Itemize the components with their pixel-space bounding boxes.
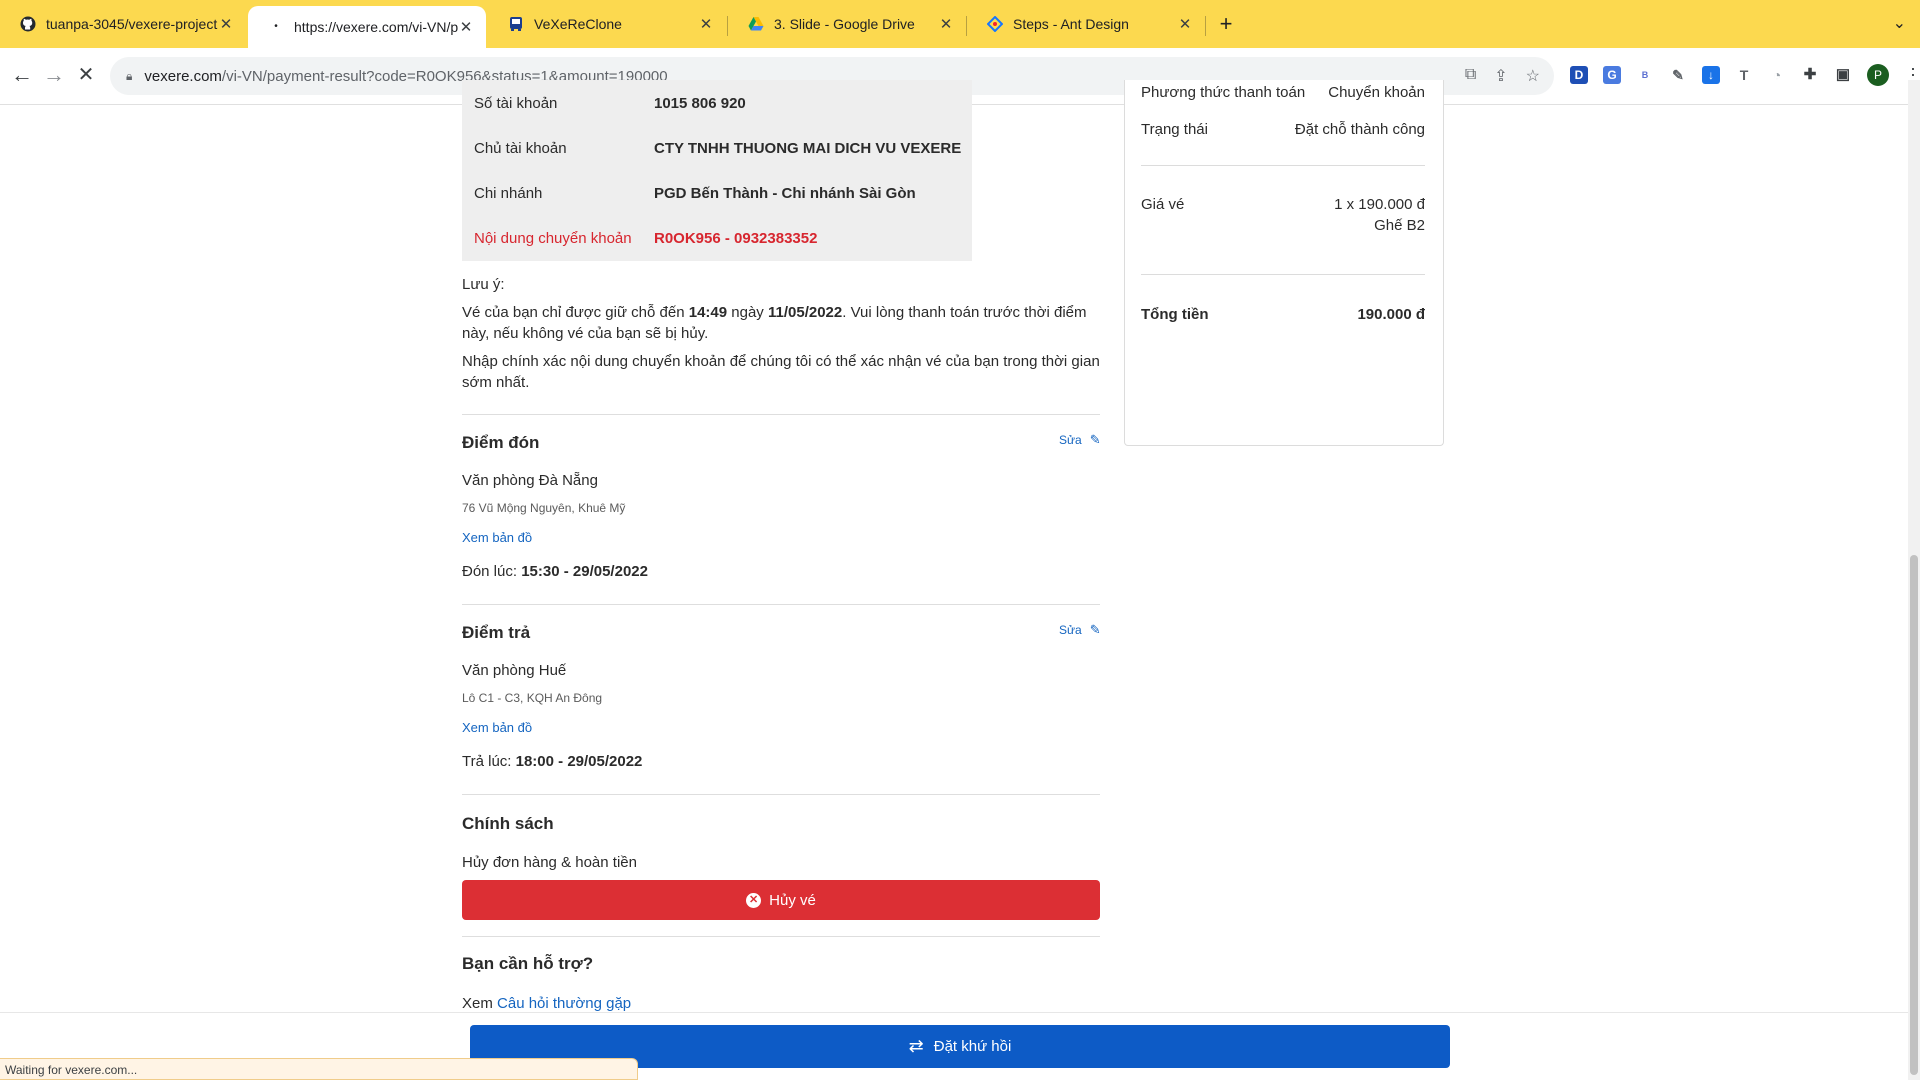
tab-google-drive[interactable]: 3. Slide - Google Drive ✕ [728, 6, 966, 42]
new-tab-button[interactable]: + [1214, 11, 1238, 37]
dropoff-time-value: 18:00 - 29/05/2022 [515, 753, 643, 770]
close-circle-icon: ✕ [746, 892, 762, 908]
branch-label: Chi nhánh [474, 185, 543, 202]
edit-label: Sửa [1059, 623, 1082, 637]
pickup-place-name: Văn phòng Đà Nẵng [462, 472, 598, 489]
tab-search-chevron-icon[interactable]: ⌄ [1893, 13, 1906, 33]
policy-title: Chính sách [462, 814, 554, 833]
pickup-title: Điểm đón [462, 433, 540, 452]
divider [1141, 165, 1425, 166]
divider [462, 604, 1100, 605]
tab-github[interactable]: tuanpa-3045/vexere-project ✕ [0, 6, 246, 42]
dropoff-address: Lô C1 - C3, KQH An Đông [462, 691, 603, 705]
transfer-content-label: Nội dung chuyển khoản [474, 230, 632, 247]
support-line: Xem Câu hỏi thường gặp [462, 993, 1102, 1014]
booking-summary-card: Phương thức thanh toán Chuyển khoản Trạn… [1124, 80, 1444, 446]
tab-vexereclone[interactable]: VeXeReClone ✕ [488, 6, 726, 42]
total-value: 190.000 đ [1357, 306, 1425, 323]
dropoff-title: Điểm trả [462, 623, 531, 642]
dropoff-time: Trả lúc: 18:00 - 29/05/2022 [462, 753, 642, 770]
page-content: Số tài khoản 1015 806 920 Chủ tài khoản … [0, 80, 1908, 1080]
tab-title: VeXeReClone [534, 16, 622, 32]
note-title: Lưu ý: [462, 276, 505, 293]
dropoff-place-name: Văn phòng Huế [462, 662, 567, 679]
pickup-map-link[interactable]: Xem bản đồ [462, 530, 532, 545]
google-drive-icon [748, 17, 764, 31]
tab-separator [1205, 16, 1206, 36]
edit-label: Sửa [1059, 433, 1082, 447]
github-icon [20, 16, 36, 32]
cancel-ticket-label: Hủy vé [769, 891, 816, 909]
bus-icon [510, 17, 522, 31]
swap-arrows-icon: ⇄ [908, 1036, 924, 1056]
policy-subtitle: Hủy đơn hàng & hoàn tiền [462, 854, 637, 871]
divider [462, 414, 1100, 415]
branch-value: PGD Bến Thành - Chi nhánh Sài Gòn [654, 185, 916, 202]
bank-transfer-table: Số tài khoản 1015 806 920 Chủ tài khoản … [462, 80, 972, 261]
ticket-price-value: 1 x 190.000 đ [1334, 196, 1425, 213]
dropoff-edit-link[interactable]: Sửa ✎ [1059, 622, 1101, 638]
support-prefix: Xem [462, 995, 498, 1012]
note-text: Vé của bạn chỉ được giữ chỗ đến [462, 304, 689, 321]
tab-ant-design[interactable]: Steps - Ant Design ✕ [967, 6, 1205, 42]
pickup-time: Đón lúc: 15:30 - 29/05/2022 [462, 563, 648, 580]
pickup-time-label: Đón lúc: [462, 563, 522, 580]
note-transfer-instruction: Nhập chính xác nội dung chuyển khoản để … [462, 353, 1100, 391]
close-icon[interactable]: ✕ [458, 18, 474, 36]
payment-method-value: Chuyển khoản [1328, 84, 1425, 101]
pencil-icon: ✎ [1089, 622, 1101, 637]
tab-title: Steps - Ant Design [1013, 16, 1129, 32]
cancel-ticket-button[interactable]: ✕ Hủy vé [462, 880, 1100, 920]
ant-design-icon [987, 16, 1003, 32]
close-icon[interactable]: ✕ [698, 15, 714, 33]
faq-link[interactable]: Câu hỏi thường gặp [497, 995, 631, 1012]
transfer-content-value: R0OK956 - 0932383352 [654, 230, 818, 247]
pickup-edit-link[interactable]: Sửa ✎ [1059, 432, 1101, 448]
account-holder-value: CTY TNHH THUONG MAI DICH VU VEXERE [654, 140, 962, 157]
divider [462, 794, 1100, 795]
divider [462, 936, 1100, 937]
dropoff-map-link[interactable]: Xem bản đồ [462, 720, 532, 735]
payment-method-label: Phương thức thanh toán [1141, 84, 1306, 101]
tab-title: tuanpa-3045/vexere-project [46, 16, 218, 32]
tab-vexere-payment[interactable]: • https://vexere.com/vi-VN/paym ✕ [248, 6, 486, 48]
bank-account-number-label: Số tài khoản [474, 95, 558, 112]
close-icon[interactable]: ✕ [218, 15, 234, 33]
total-label: Tổng tiền [1141, 306, 1209, 323]
note-text: ngày [727, 304, 768, 321]
support-title: Bạn cần hỗ trợ? [462, 954, 594, 973]
tab-strip: tuanpa-3045/vexere-project ✕ • https://v… [0, 0, 1920, 48]
note-deadline-date: 11/05/2022 [767, 304, 843, 321]
loading-dot-icon: • [274, 21, 278, 32]
bank-account-number-value: 1015 806 920 [654, 95, 746, 112]
note-deadline-time: 14:49 [688, 304, 728, 321]
account-holder-label: Chủ tài khoản [474, 140, 567, 157]
dropoff-time-label: Trả lúc: [462, 753, 516, 770]
ticket-price-label: Giá vé [1141, 196, 1185, 213]
pickup-time-value: 15:30 - 29/05/2022 [521, 563, 648, 580]
seat-value: Ghế B2 [1374, 217, 1425, 234]
book-return-trip-label: Đặt khứ hồi [933, 1038, 1012, 1055]
close-icon[interactable]: ✕ [938, 15, 954, 33]
pencil-icon: ✎ [1089, 432, 1101, 447]
browser-status-bubble: Waiting for vexere.com... [0, 1058, 638, 1080]
tab-title: 3. Slide - Google Drive [774, 16, 915, 32]
divider [1141, 274, 1425, 275]
page-scrollbar[interactable] [1908, 80, 1920, 1080]
close-icon[interactable]: ✕ [1177, 15, 1193, 33]
scrollbar-thumb[interactable] [1910, 555, 1918, 1075]
status-label: Trạng thái [1141, 121, 1208, 138]
status-value: Đặt chỗ thành công [1294, 121, 1425, 138]
note-hold-deadline: Vé của bạn chỉ được giữ chỗ đến 14:49 ng… [462, 302, 1102, 344]
pickup-address: 76 Vũ Mộng Nguyên, Khuê Mỹ [462, 501, 626, 515]
tab-title: https://vexere.com/vi-VN/paym [294, 19, 458, 35]
